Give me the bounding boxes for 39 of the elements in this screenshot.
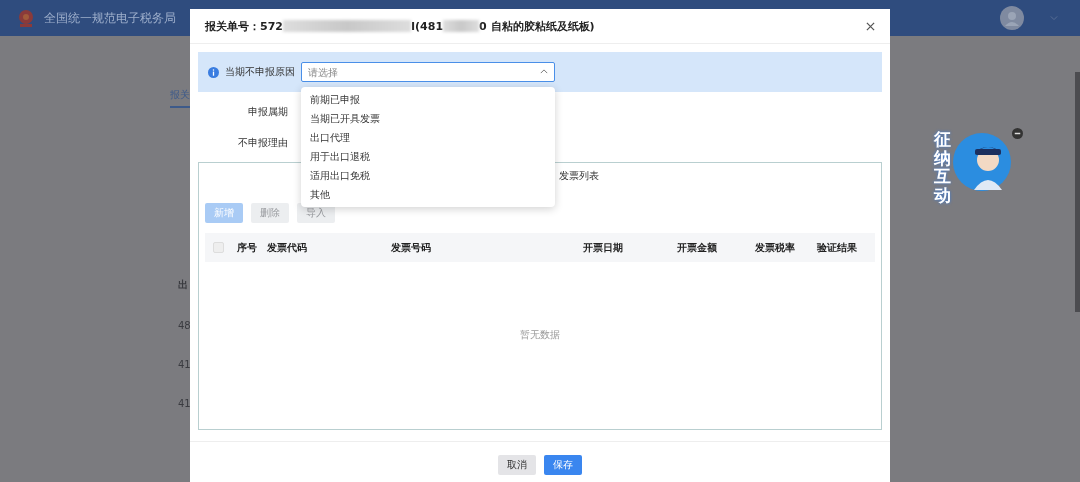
mascot-badge[interactable]: 征纳互动 bbox=[930, 128, 1020, 204]
caret-icon bbox=[540, 69, 548, 74]
dialog-title: I(481 bbox=[410, 19, 444, 33]
column-header: 发票号码 bbox=[391, 240, 431, 255]
column-header: 序号 bbox=[237, 240, 257, 255]
scrollbar[interactable] bbox=[1075, 72, 1080, 312]
site-title: 全国统一规范电子税务局 bbox=[44, 9, 176, 27]
dropdown-option[interactable]: 前期已申报 bbox=[301, 90, 555, 109]
minimize-icon[interactable] bbox=[1012, 128, 1023, 139]
column-header: 发票代码 bbox=[267, 240, 307, 255]
column-header: 开票金额 bbox=[677, 240, 717, 255]
column-heading: 出 bbox=[177, 278, 189, 292]
column-header: 开票日期 bbox=[583, 240, 623, 255]
mascot-label: 征纳互动 bbox=[934, 130, 951, 205]
field-label: 申报属期 bbox=[247, 104, 288, 119]
avatar-icon[interactable] bbox=[1000, 6, 1024, 30]
field-label: 不申报理由 bbox=[237, 135, 288, 150]
empty-message: 暂无数据 bbox=[520, 327, 560, 342]
panel-title: 发票列表 bbox=[559, 169, 599, 181]
info-icon bbox=[208, 66, 219, 78]
redacted-block bbox=[443, 20, 480, 32]
dropdown-option[interactable]: 适用出口免税 bbox=[301, 166, 555, 185]
column-header: 验证结果 bbox=[817, 240, 857, 255]
column-header: 发票税率 bbox=[755, 240, 795, 255]
dialog-title: 报关单号：572 bbox=[205, 18, 283, 34]
dropdown-option[interactable]: 用于出口退税 bbox=[301, 147, 555, 166]
field-label: 当期不申报原因 bbox=[225, 65, 295, 79]
table-cell-text: 48 bbox=[177, 320, 192, 331]
dropdown-option[interactable]: 出口代理 bbox=[301, 128, 555, 147]
dialog-title: 0 自粘的胶粘纸及纸板) bbox=[479, 18, 595, 34]
table-cell-text: 41 bbox=[177, 359, 192, 370]
figure-drawing bbox=[952, 132, 1012, 192]
emblem-icon bbox=[16, 8, 36, 28]
dropdown-option[interactable]: 其他 bbox=[301, 185, 555, 204]
select-field[interactable]: 请选择 bbox=[301, 62, 555, 82]
save-button[interactable]: 保存 bbox=[544, 455, 582, 475]
table-cell-text: 41 bbox=[177, 398, 192, 409]
dropdown-option[interactable]: 当期已开具发票 bbox=[301, 109, 555, 128]
cancel-button[interactable]: 取消 bbox=[498, 455, 536, 475]
